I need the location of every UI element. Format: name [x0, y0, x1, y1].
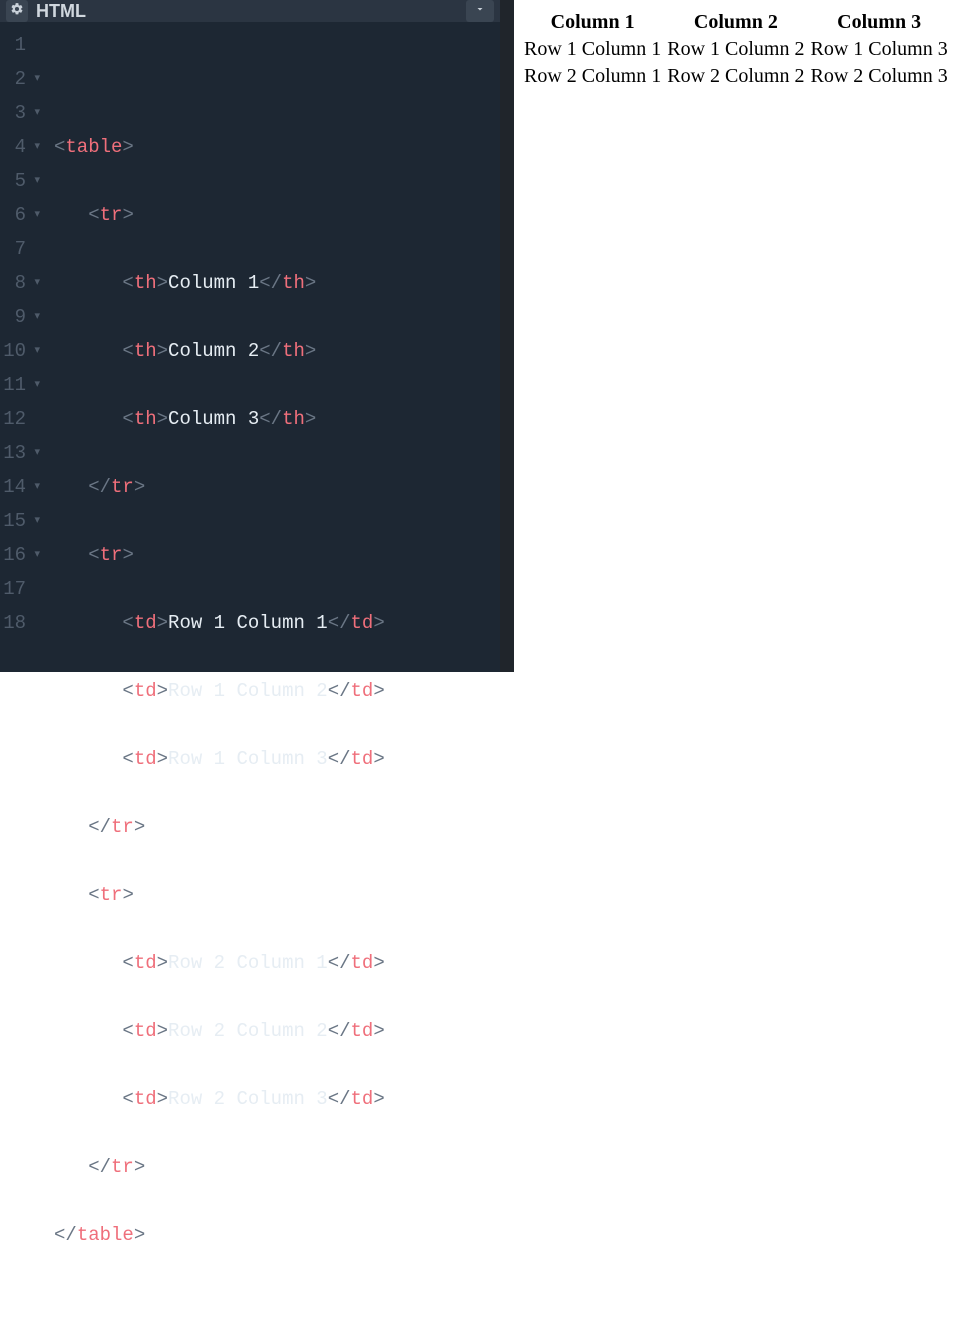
line-number: 3: [15, 96, 26, 130]
code-line: <th>Column 2</th>: [54, 334, 500, 368]
pane-divider[interactable]: [500, 0, 514, 672]
table-cell: Row 1 Column 2: [665, 37, 806, 62]
fold-marker[interactable]: ▾: [30, 538, 40, 572]
line-number: 5: [15, 164, 26, 198]
code-line: <td>Row 2 Column 2</td>: [54, 1014, 500, 1048]
gear-icon: [10, 2, 24, 20]
code-line: </tr>: [54, 1150, 500, 1184]
code-line: [54, 62, 500, 96]
code-line: <tr>: [54, 878, 500, 912]
fold-marker[interactable]: ▾: [30, 300, 40, 334]
editor-header: HTML: [0, 0, 500, 22]
preview-pane: Column 1 Column 2 Column 3 Row 1 Column …: [514, 0, 970, 672]
code-line: <td>Row 1 Column 2</td>: [54, 674, 500, 708]
fold-marker[interactable]: ▾: [30, 198, 40, 232]
line-number: 17: [3, 572, 26, 606]
line-number: 1: [15, 28, 26, 62]
table-header-row: Column 1 Column 2 Column 3: [522, 10, 950, 35]
line-number: 7: [15, 232, 26, 266]
line-number: 16: [3, 538, 26, 572]
preview-table: Column 1 Column 2 Column 3 Row 1 Column …: [520, 8, 952, 91]
fold-marker[interactable]: ▾: [30, 368, 40, 402]
code-line: <tr>: [54, 198, 500, 232]
fold-marker[interactable]: ▾: [30, 436, 40, 470]
line-number: 10: [3, 334, 26, 368]
table-cell: Row 1 Column 1: [522, 37, 663, 62]
code-line: <td>Row 1 Column 3</td>: [54, 742, 500, 776]
line-number: 2: [15, 62, 26, 96]
line-number: 9: [15, 300, 26, 334]
code-line: <th>Column 3</th>: [54, 402, 500, 436]
table-row: Row 1 Column 1 Row 1 Column 2 Row 1 Colu…: [522, 37, 950, 62]
fold-marker[interactable]: ▾: [30, 266, 40, 300]
code-line: <td>Row 2 Column 1</td>: [54, 946, 500, 980]
gutter: 1 2▾ 3▾ 4▾ 5▾ 6▾ 7 8▾ 9▾ 10▾ 11▾ 12 13▾ …: [0, 28, 46, 1320]
fold-marker[interactable]: ▾: [30, 334, 40, 368]
fold-marker[interactable]: ▾: [30, 504, 40, 538]
table-header-cell: Column 2: [665, 10, 806, 35]
table-cell: Row 2 Column 3: [809, 64, 950, 89]
settings-button[interactable]: [6, 0, 28, 22]
line-number: 12: [3, 402, 26, 436]
table-cell: Row 2 Column 1: [522, 64, 663, 89]
code-area[interactable]: 1 2▾ 3▾ 4▾ 5▾ 6▾ 7 8▾ 9▾ 10▾ 11▾ 12 13▾ …: [0, 22, 500, 1320]
table-cell: Row 1 Column 3: [809, 37, 950, 62]
chevron-down-icon: [474, 3, 486, 19]
table-header-cell: Column 1: [522, 10, 663, 35]
line-number: 11: [3, 368, 26, 402]
panel-title: HTML: [36, 1, 86, 22]
panel-dropdown-button[interactable]: [466, 0, 494, 22]
table-row: Row 2 Column 1 Row 2 Column 2 Row 2 Colu…: [522, 64, 950, 89]
code-line: <td>Row 1 Column 1</td>: [54, 606, 500, 640]
fold-marker[interactable]: ▾: [30, 130, 40, 164]
code-line: <table>: [54, 130, 500, 164]
code-line: </table>: [54, 1218, 500, 1252]
table-cell: Row 2 Column 2: [665, 64, 806, 89]
fold-marker[interactable]: ▾: [30, 62, 40, 96]
fold-marker[interactable]: ▾: [30, 164, 40, 198]
code-line: </tr>: [54, 810, 500, 844]
line-number: 8: [15, 266, 26, 300]
line-number: 18: [3, 606, 26, 640]
editor-pane: HTML 1 2▾ 3▾ 4▾ 5▾ 6▾ 7 8▾ 9▾ 10▾ 11▾ 12…: [0, 0, 500, 672]
code-line: </tr>: [54, 470, 500, 504]
line-number: 14: [3, 470, 26, 504]
fold-marker[interactable]: ▾: [30, 470, 40, 504]
code-content[interactable]: <table> <tr> <th>Column 1</th> <th>Colum…: [46, 28, 500, 1320]
table-header-cell: Column 3: [809, 10, 950, 35]
code-line: <tr>: [54, 538, 500, 572]
line-number: 13: [3, 436, 26, 470]
line-number: 6: [15, 198, 26, 232]
line-number: 4: [15, 130, 26, 164]
code-line: <th>Column 1</th>: [54, 266, 500, 300]
code-line: <td>Row 2 Column 3</td>: [54, 1082, 500, 1116]
fold-marker[interactable]: ▾: [30, 96, 40, 130]
line-number: 15: [3, 504, 26, 538]
